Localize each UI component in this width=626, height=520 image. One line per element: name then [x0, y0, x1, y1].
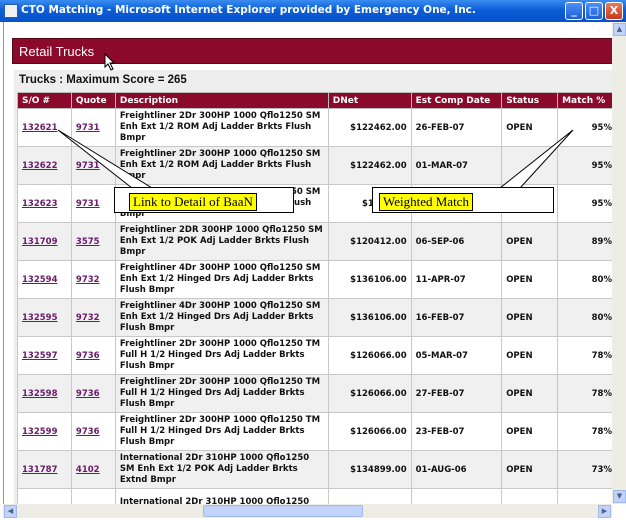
left-callout-label: Link to Detail of BaaN: [129, 193, 257, 211]
right-callout-pointer: [498, 129, 574, 189]
mouse-pointer-icon: [104, 53, 116, 71]
right-callout-frame: Weighted Match: [372, 187, 554, 213]
callout-pointers: [57, 129, 574, 189]
left-callout-frame: Link to Detail of BaaN: [114, 187, 294, 213]
right-callout-label: Weighted Match: [379, 193, 473, 211]
left-callout-pointer: [57, 129, 154, 189]
